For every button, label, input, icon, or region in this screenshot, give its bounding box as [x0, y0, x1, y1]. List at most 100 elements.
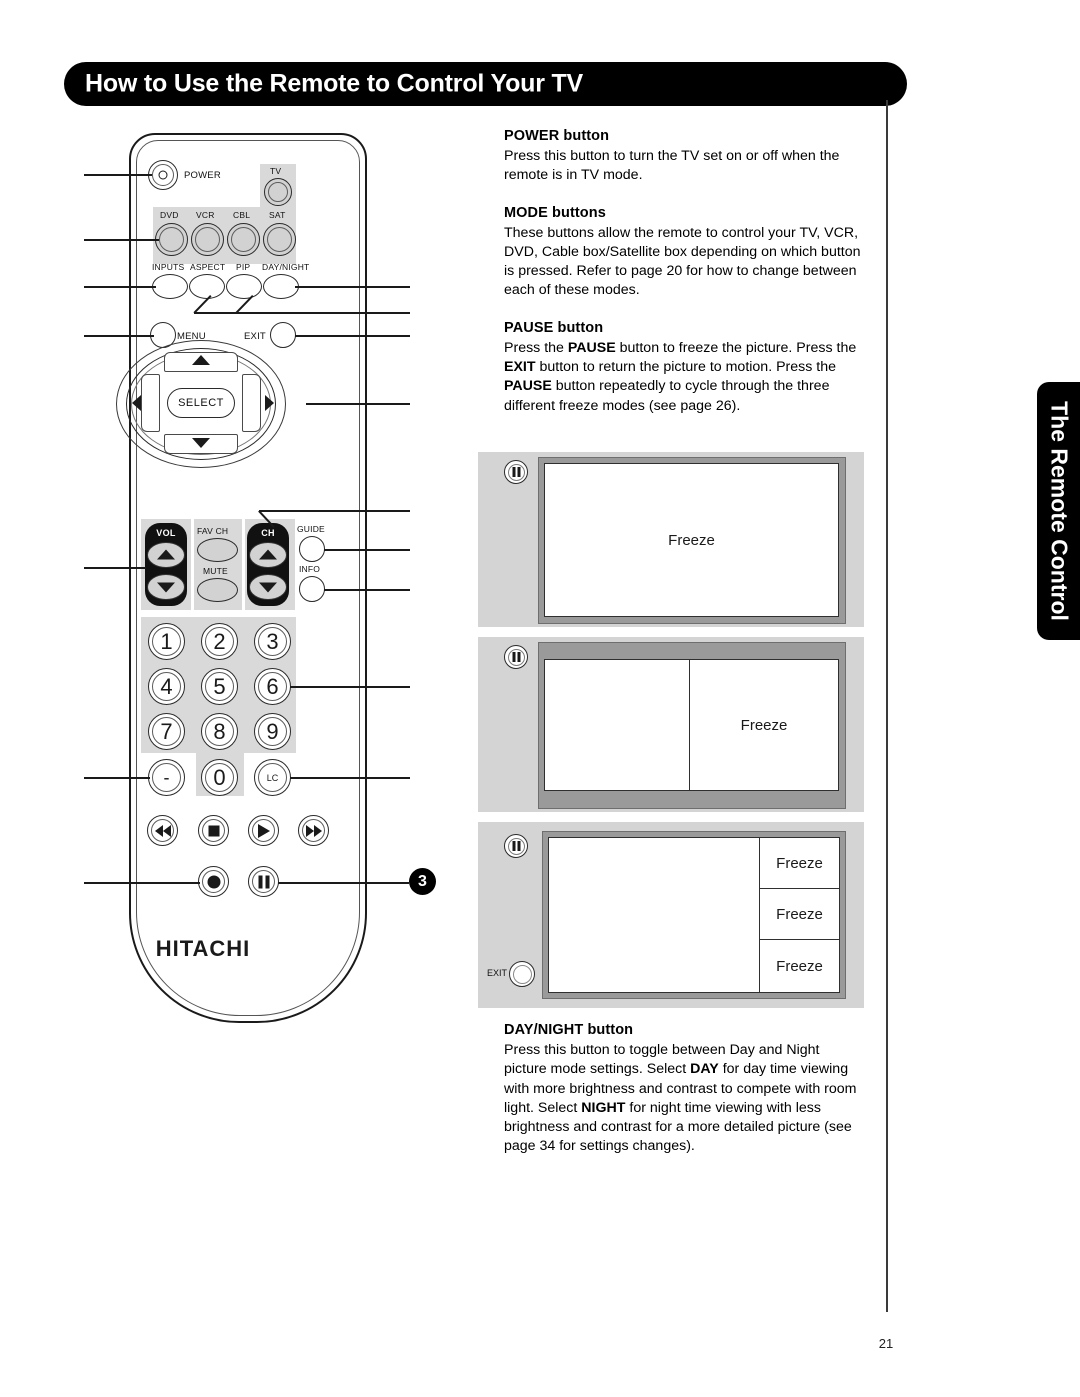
section-body-pause: Press the PAUSE button to freeze the pic…: [504, 339, 857, 414]
pause-button[interactable]: [248, 866, 279, 897]
callout-marker-3: 3: [409, 868, 436, 895]
fav-ch-button[interactable]: [197, 538, 238, 562]
day-night-section: DAY/NIGHT button Press this button to to…: [504, 1022, 864, 1176]
pip-button-label: PIP: [236, 262, 251, 272]
keypad-button-0[interactable]: 0: [201, 759, 238, 796]
triangle-up-icon: [259, 549, 277, 560]
leader-line-vol: [84, 567, 146, 569]
day-night-button[interactable]: [263, 274, 299, 299]
exit-button-label: EXIT: [244, 331, 266, 342]
navigation-pad: SELECT: [108, 340, 294, 468]
keypad-button-2[interactable]: 2: [201, 623, 238, 660]
nav-right-button[interactable]: [242, 374, 261, 432]
section-heading-mode: MODE buttons: [504, 204, 606, 221]
keypad-button-8[interactable]: 8: [201, 713, 238, 750]
leader-line-info: [324, 589, 410, 591]
record-button[interactable]: [198, 866, 229, 897]
channel-up-button[interactable]: [249, 542, 287, 568]
aspect-button[interactable]: [189, 274, 225, 299]
section-heading-day-night: DAY/NIGHT button: [504, 1022, 634, 1038]
pause-icon-indicator-2: [504, 645, 528, 669]
pause-icon: [512, 841, 521, 851]
tv-screen-1: Freeze: [544, 463, 839, 617]
keypad-label: 4: [160, 673, 173, 699]
freeze-label: Freeze: [776, 854, 823, 872]
power-button[interactable]: [148, 160, 178, 190]
remote-control-diagram: POWER TV DVD VCR CBL SAT INPUTS ASPECT P…: [84, 120, 436, 1030]
select-button[interactable]: SELECT: [167, 388, 235, 418]
leader-line-daynight: [295, 286, 410, 288]
power-button-label: POWER: [184, 170, 221, 181]
tv-screen-2-left: [544, 659, 690, 791]
section-body-mode: These buttons allow the remote to contro…: [504, 224, 861, 299]
keypad-button-1[interactable]: 1: [148, 623, 185, 660]
triangle-up-icon: [157, 549, 175, 560]
vol-label: VOL: [156, 528, 176, 538]
tv-button-label: TV: [270, 166, 282, 176]
section-heading-power: POWER button: [504, 128, 610, 144]
leader-line-inputs: [84, 286, 156, 288]
keypad-button-7[interactable]: 7: [148, 713, 185, 750]
instruction-text-column: POWER button Press this button to turn t…: [504, 128, 864, 435]
guide-button[interactable]: [299, 536, 325, 562]
keypad-button-4[interactable]: 4: [148, 668, 185, 705]
tv-screen-2-right: Freeze: [689, 659, 839, 791]
channel-rocker-pad: CH: [247, 523, 289, 606]
vcr-button-label: VCR: [196, 210, 215, 220]
rewind-button[interactable]: [147, 815, 178, 846]
triangle-down-icon: [259, 582, 277, 593]
stop-icon: [208, 825, 219, 836]
side-tab-the-remote-control: The Remote Control: [1037, 382, 1080, 640]
leader-line-six: [290, 686, 410, 688]
sat-mode-button[interactable]: [263, 223, 296, 256]
leader-line-dash: [84, 777, 150, 779]
power-icon: [158, 170, 168, 180]
keypad-button-5[interactable]: 5: [201, 668, 238, 705]
keypad-button-9[interactable]: 9: [254, 713, 291, 750]
freeze-label: Freeze: [668, 531, 715, 549]
select-button-label: SELECT: [178, 397, 224, 409]
keypad-label: 8: [213, 718, 226, 744]
leader-line-select: [306, 403, 410, 405]
info-button[interactable]: [299, 576, 325, 602]
volume-rocker-pad: VOL: [145, 523, 187, 606]
play-button[interactable]: [248, 815, 279, 846]
info-label: INFO: [299, 564, 321, 574]
section-body-power: Press this button to turn the TV set on …: [504, 148, 840, 184]
volume-down-button[interactable]: [147, 574, 185, 600]
vcr-mode-button[interactable]: [191, 223, 224, 256]
inputs-button[interactable]: [152, 274, 188, 299]
side-tab-label: The Remote Control: [1046, 401, 1072, 621]
pause-icon: [512, 652, 521, 662]
freeze-diagram-three-panel: EXIT Freeze Freeze Freeze: [478, 822, 864, 1008]
freeze-diagram-split: Freeze: [478, 637, 864, 812]
keypad-button-lc[interactable]: LC: [254, 759, 291, 796]
tv-mode-button[interactable]: [264, 178, 292, 206]
tv-screen-3-panel-3: Freeze: [759, 939, 840, 993]
mute-label: MUTE: [203, 566, 228, 576]
keypad-label: 9: [266, 718, 279, 744]
channel-down-button[interactable]: [249, 574, 287, 600]
mute-button[interactable]: [197, 578, 238, 602]
chevron-up-icon: [192, 355, 210, 365]
volume-up-button[interactable]: [147, 542, 185, 568]
pause-icon: [512, 467, 521, 477]
fast-forward-icon: [305, 824, 322, 837]
dvd-mode-button[interactable]: [155, 223, 188, 256]
nav-left-button[interactable]: [141, 374, 160, 432]
rewind-icon: [154, 824, 171, 837]
page-title: How to Use the Remote to Control Your TV: [85, 69, 584, 98]
pip-button[interactable]: [226, 274, 262, 299]
keypad-button-3[interactable]: 3: [254, 623, 291, 660]
leader-line-menu: [84, 335, 154, 337]
keypad-button-dash[interactable]: -: [148, 759, 185, 796]
lc-label: LC: [266, 772, 279, 783]
keypad-button-6[interactable]: 6: [254, 668, 291, 705]
exit-button-diagram[interactable]: [509, 961, 535, 987]
cbl-mode-button[interactable]: [227, 223, 260, 256]
stop-button[interactable]: [198, 815, 229, 846]
cbl-button-label: CBL: [233, 210, 251, 220]
tv-screen-3-panel-2: Freeze: [759, 888, 840, 940]
fast-forward-button[interactable]: [298, 815, 329, 846]
keypad-label: 2: [213, 628, 226, 654]
